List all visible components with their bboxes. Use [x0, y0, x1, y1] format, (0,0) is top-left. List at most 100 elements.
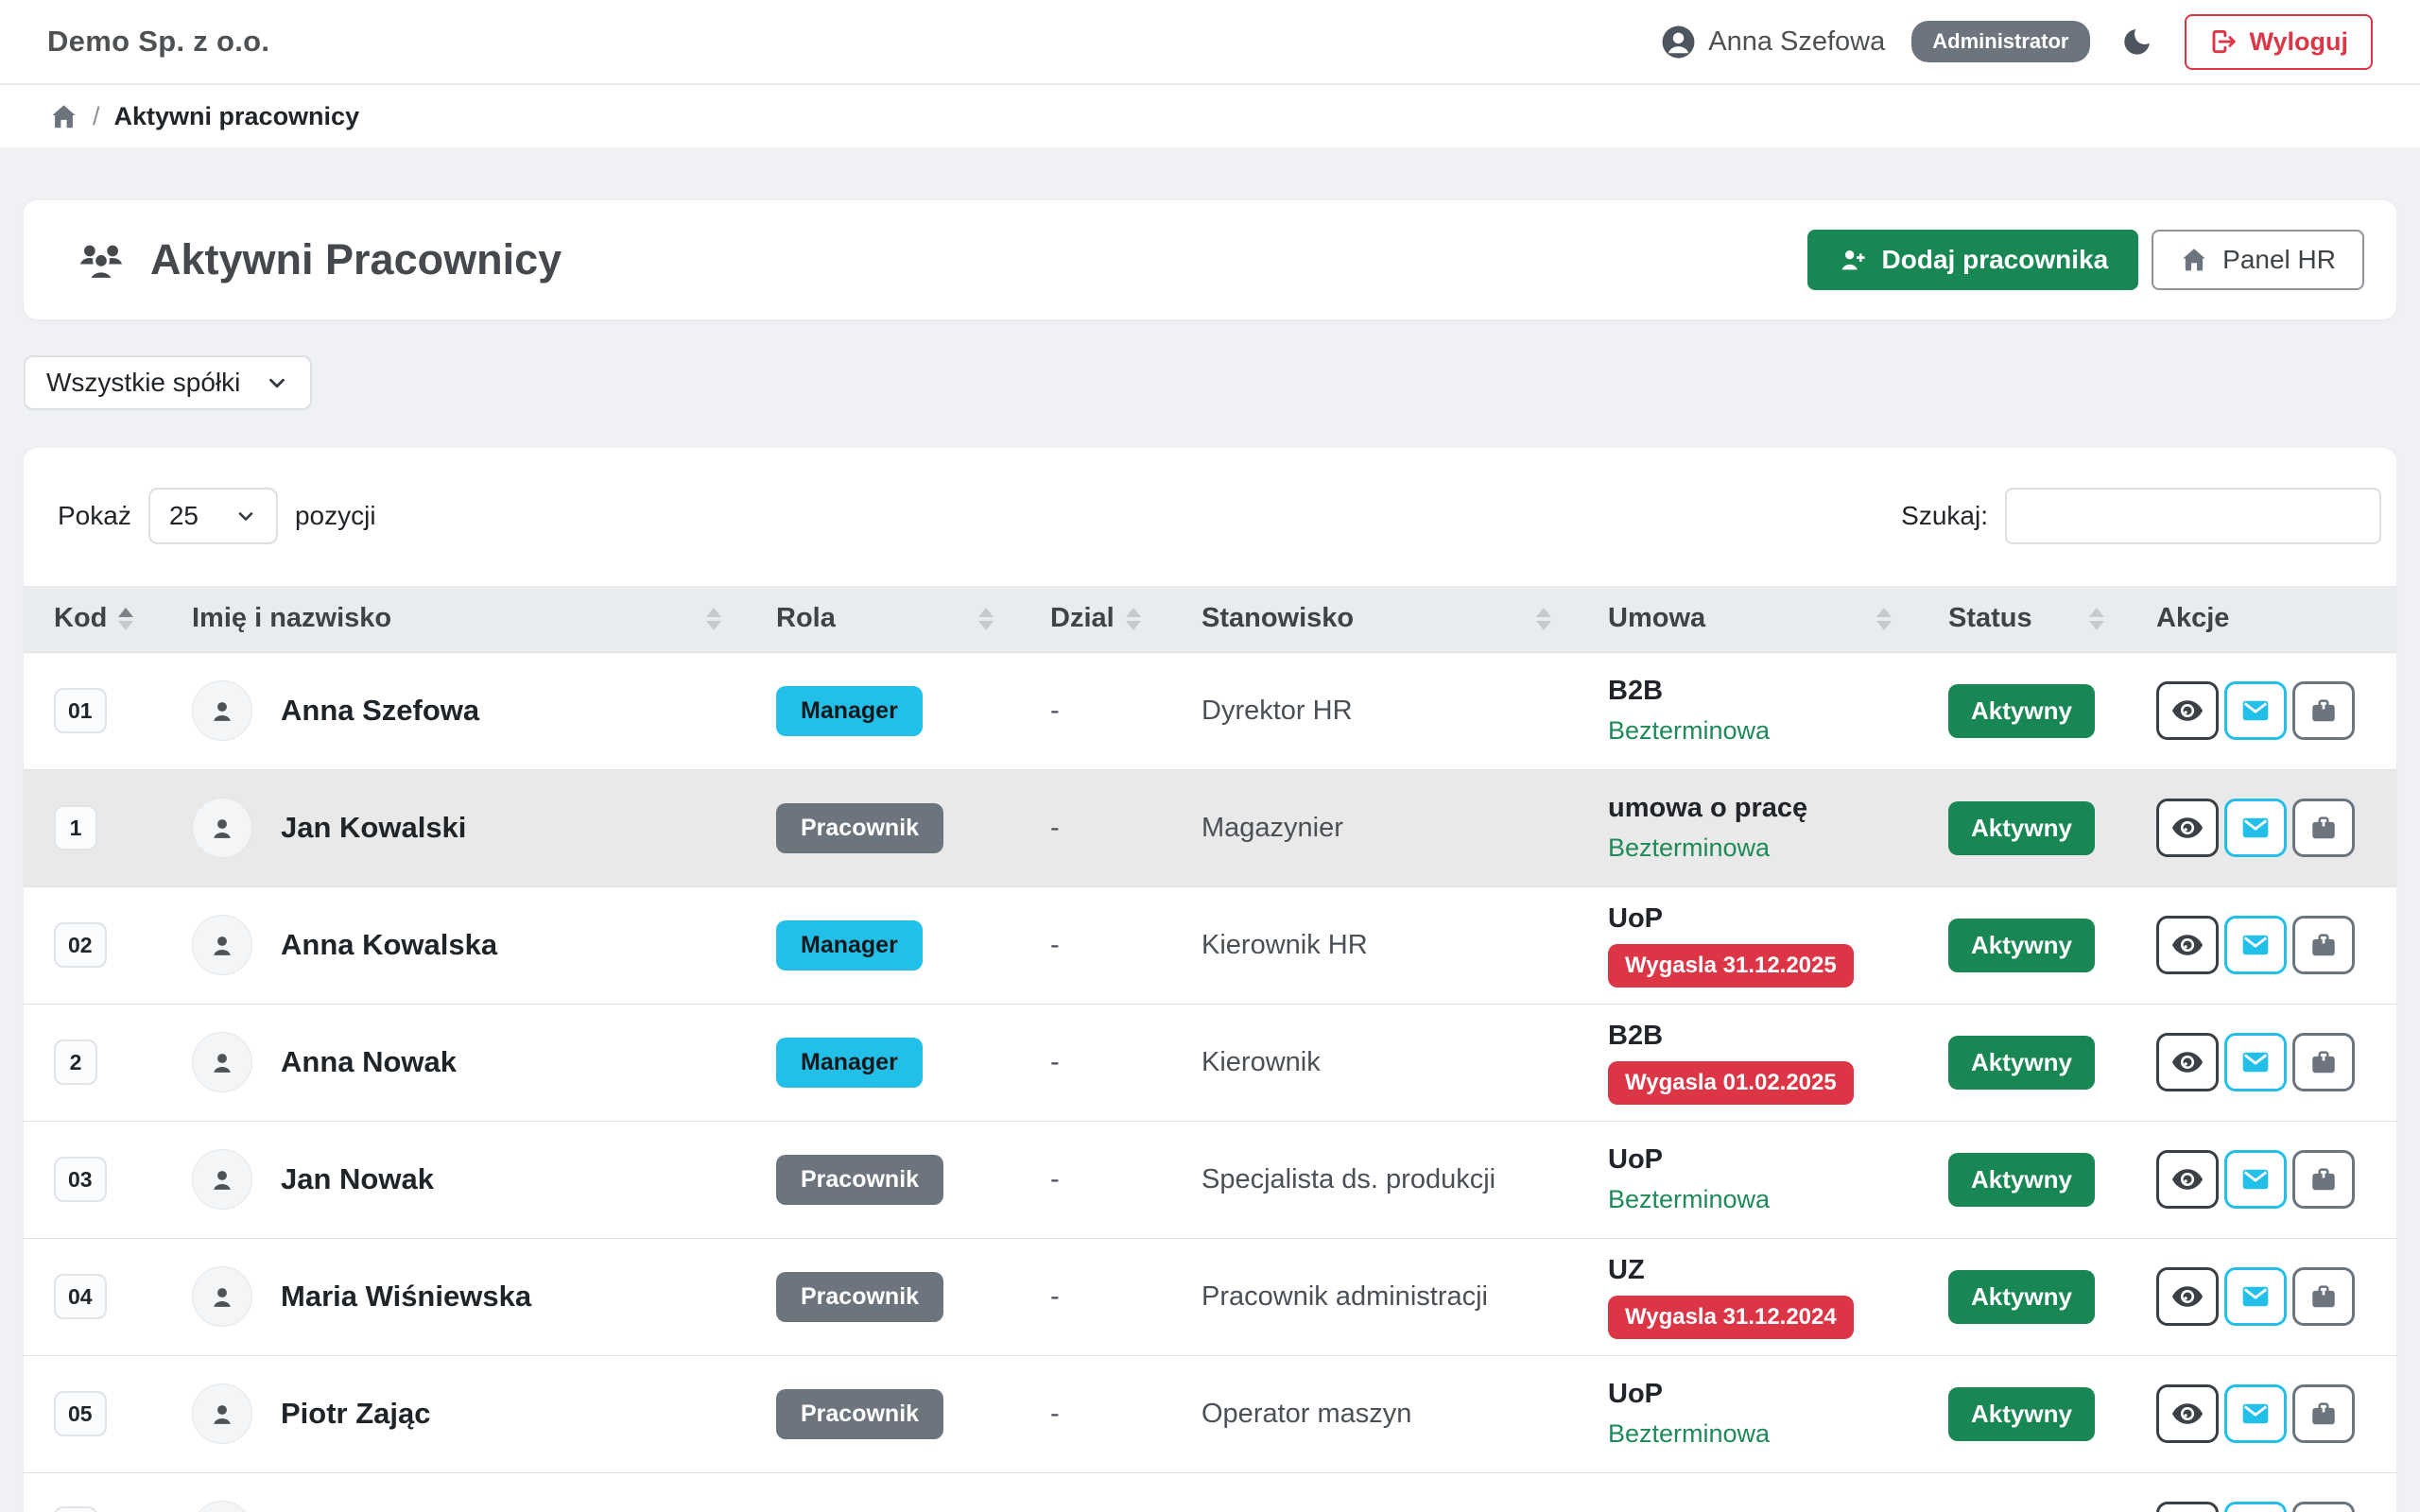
breadcrumb-home-link[interactable] [49, 102, 78, 131]
department-value: - [1050, 1164, 1060, 1194]
role-badge: Pracownik [776, 1389, 943, 1439]
view-employee-button[interactable] [2156, 916, 2219, 974]
employee-code-badge: 02 [54, 922, 107, 968]
contract-employee-button[interactable] [2292, 1384, 2355, 1443]
position-value: Dyrektor HR [1201, 696, 1353, 726]
employee-code-badge: 05 [54, 1391, 107, 1436]
contract-employee-button[interactable] [2292, 799, 2355, 857]
panel-hr-button[interactable]: Panel HR [2152, 230, 2364, 290]
avatar [192, 1266, 252, 1327]
envelope-icon [2239, 1046, 2272, 1078]
contract-term: Bezterminowa [1608, 716, 1770, 746]
contract-type: B2B [1608, 676, 1924, 707]
email-employee-button[interactable] [2224, 1267, 2287, 1326]
top-navbar: Demo Sp. z o.o. Anna Szefowa Administrat… [0, 0, 2420, 85]
column-header-umowa[interactable]: Umowa [1583, 586, 1924, 652]
contract-employee-button[interactable] [2292, 1033, 2355, 1091]
sort-icon [2089, 608, 2104, 630]
theme-toggle-button[interactable] [2117, 21, 2158, 62]
logout-icon [2209, 27, 2238, 56]
view-employee-button[interactable] [2156, 1384, 2219, 1443]
avatar [192, 1149, 252, 1210]
status-badge: Aktywny [1948, 801, 2095, 855]
position-value: Magazynier [1201, 813, 1343, 843]
envelope-icon [2239, 1398, 2272, 1430]
sort-icon [1536, 608, 1551, 630]
contract-employee-button[interactable] [2292, 1267, 2355, 1326]
column-header-stanowisko[interactable]: Stanowisko [1177, 586, 1583, 652]
table-row: 04 Maria Wiśniewska Pracownik - Pracowni… [24, 1238, 2396, 1355]
contract-term: Bezterminowa [1608, 833, 1770, 863]
column-label: Akcje [2156, 603, 2229, 634]
employee-name: Anna Kowalska [281, 928, 497, 962]
briefcase-icon [2308, 1399, 2339, 1429]
avatar [192, 680, 252, 741]
email-employee-button[interactable] [2224, 681, 2287, 740]
page-title: Aktywni Pracownicy [150, 235, 562, 284]
sort-icon [706, 608, 721, 630]
user-name: Anna Szefowa [1708, 26, 1885, 58]
column-header-imie-i-nazwisko[interactable]: Imię i nazwisko [165, 586, 752, 652]
column-header-kod[interactable]: Kod [24, 586, 165, 652]
row-actions [2156, 1502, 2396, 1512]
contract-type: umowa o pracę [1608, 793, 1924, 824]
column-label: Rola [776, 603, 836, 634]
eye-icon [2170, 694, 2204, 728]
briefcase-icon [2308, 1281, 2339, 1312]
contract-employee-button[interactable] [2292, 1150, 2355, 1209]
contract-term: Bezterminowa [1608, 1419, 1770, 1449]
show-label: Pokaż [58, 501, 131, 531]
person-circle-icon [1661, 25, 1696, 60]
add-employee-button[interactable]: Dodaj pracownika [1807, 230, 2139, 290]
department-value: - [1050, 1281, 1060, 1312]
email-employee-button[interactable] [2224, 799, 2287, 857]
avatar [192, 915, 252, 975]
contract-employee-button[interactable] [2292, 681, 2355, 740]
row-actions [2156, 799, 2396, 857]
eye-icon [2170, 1280, 2204, 1314]
logout-button[interactable]: Wyloguj [2185, 14, 2374, 70]
email-employee-button[interactable] [2224, 1502, 2287, 1512]
status-badge: Aktywny [1948, 1036, 2095, 1090]
role-badge: Manager [776, 686, 923, 736]
page-size-select[interactable]: 25 [148, 488, 278, 544]
email-employee-button[interactable] [2224, 1033, 2287, 1091]
view-employee-button[interactable] [2156, 681, 2219, 740]
eye-icon [2170, 1045, 2204, 1079]
view-employee-button[interactable] [2156, 1502, 2219, 1512]
position-value: Operator maszyn [1201, 1399, 1411, 1429]
person-icon [207, 1281, 237, 1312]
view-employee-button[interactable] [2156, 1267, 2219, 1326]
column-label: Kod [54, 603, 107, 634]
briefcase-icon [2308, 1047, 2339, 1077]
column-header-rola[interactable]: Rola [752, 586, 1026, 652]
row-actions [2156, 1384, 2396, 1443]
brand-title: Demo Sp. z o.o. [47, 25, 269, 59]
view-employee-button[interactable] [2156, 1150, 2219, 1209]
contract-employee-button[interactable] [2292, 916, 2355, 974]
briefcase-icon [2308, 1164, 2339, 1194]
email-employee-button[interactable] [2224, 916, 2287, 974]
page-header-actions: Dodaj pracownika Panel HR [1807, 230, 2364, 290]
employee-code-badge: 03 [54, 1157, 107, 1202]
column-header-dzial[interactable]: Dzial [1026, 586, 1177, 652]
company-filter-select[interactable]: Wszystkie spółki [24, 355, 312, 410]
email-employee-button[interactable] [2224, 1384, 2287, 1443]
email-employee-button[interactable] [2224, 1150, 2287, 1209]
contract-type: B2B [1608, 1021, 1924, 1052]
company-filter-value: Wszystkie spółki [46, 368, 240, 398]
status-badge: Aktywny [1948, 684, 2095, 738]
column-header-status[interactable]: Status [1924, 586, 2132, 652]
employee-name: Piotr Zając [281, 1397, 431, 1431]
table-row: 02 Anna Kowalska Manager - Kierownik HR … [24, 886, 2396, 1004]
search-input[interactable] [2005, 488, 2381, 544]
row-actions [2156, 681, 2396, 740]
contract-type: UoP [1608, 1379, 1924, 1410]
role-badge: Manager [776, 1038, 923, 1088]
employees-table: Kod Imię i nazwisko Rola Dzial Stanowisk… [24, 586, 2396, 1512]
view-employee-button[interactable] [2156, 1033, 2219, 1091]
contract-employee-button[interactable] [2292, 1502, 2355, 1512]
filter-row: Wszystkie spółki [24, 355, 2396, 410]
contract-term: Wygasla 01.02.2025 [1608, 1061, 1854, 1105]
view-employee-button[interactable] [2156, 799, 2219, 857]
